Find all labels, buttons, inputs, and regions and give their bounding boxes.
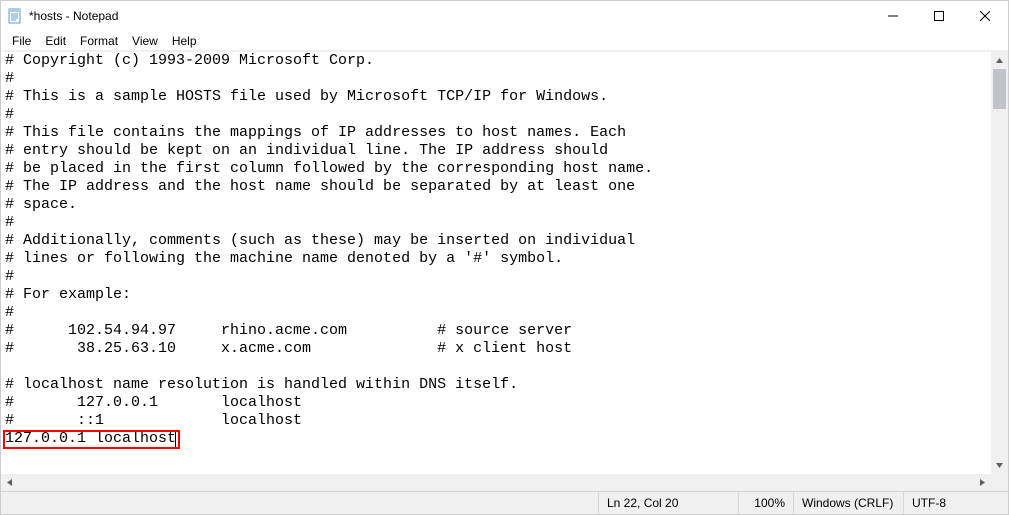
notepad-icon: [7, 8, 23, 24]
status-position: Ln 22, Col 20: [598, 492, 738, 514]
editor-wrap: # Copyright (c) 1993-2009 Microsoft Corp…: [1, 51, 1008, 491]
vertical-scroll-track[interactable]: [991, 69, 1008, 457]
titlebar: *hosts - Notepad: [1, 1, 1008, 31]
text-editor[interactable]: # Copyright (c) 1993-2009 Microsoft Corp…: [1, 52, 991, 474]
vertical-scrollbar[interactable]: [991, 52, 1008, 474]
menu-edit[interactable]: Edit: [38, 33, 73, 49]
window-controls: [870, 1, 1008, 31]
maximize-button[interactable]: [916, 1, 962, 31]
close-button[interactable]: [962, 1, 1008, 31]
status-spacer: [1, 492, 598, 514]
horizontal-scroll-track[interactable]: [18, 474, 974, 491]
menu-view[interactable]: View: [125, 33, 165, 49]
scroll-right-button[interactable]: [974, 474, 991, 491]
scroll-left-button[interactable]: [1, 474, 18, 491]
scrollbar-corner: [991, 474, 1008, 491]
menubar: File Edit Format View Help: [1, 31, 1008, 51]
horizontal-scrollbar[interactable]: [1, 474, 991, 491]
minimize-button[interactable]: [870, 1, 916, 31]
status-line-ending: Windows (CRLF): [793, 492, 903, 514]
text-caret: [175, 432, 176, 447]
menu-format[interactable]: Format: [73, 33, 125, 49]
status-encoding: UTF-8: [903, 492, 1008, 514]
menu-file[interactable]: File: [5, 33, 38, 49]
status-zoom: 100%: [738, 492, 793, 514]
scroll-down-button[interactable]: [991, 457, 1008, 474]
vertical-scroll-thumb[interactable]: [993, 69, 1006, 109]
statusbar: Ln 22, Col 20 100% Windows (CRLF) UTF-8: [1, 491, 1008, 514]
window-title: *hosts - Notepad: [29, 9, 870, 23]
menu-help[interactable]: Help: [165, 33, 204, 49]
scroll-up-button[interactable]: [991, 52, 1008, 69]
annotation-highlight: [3, 430, 180, 449]
